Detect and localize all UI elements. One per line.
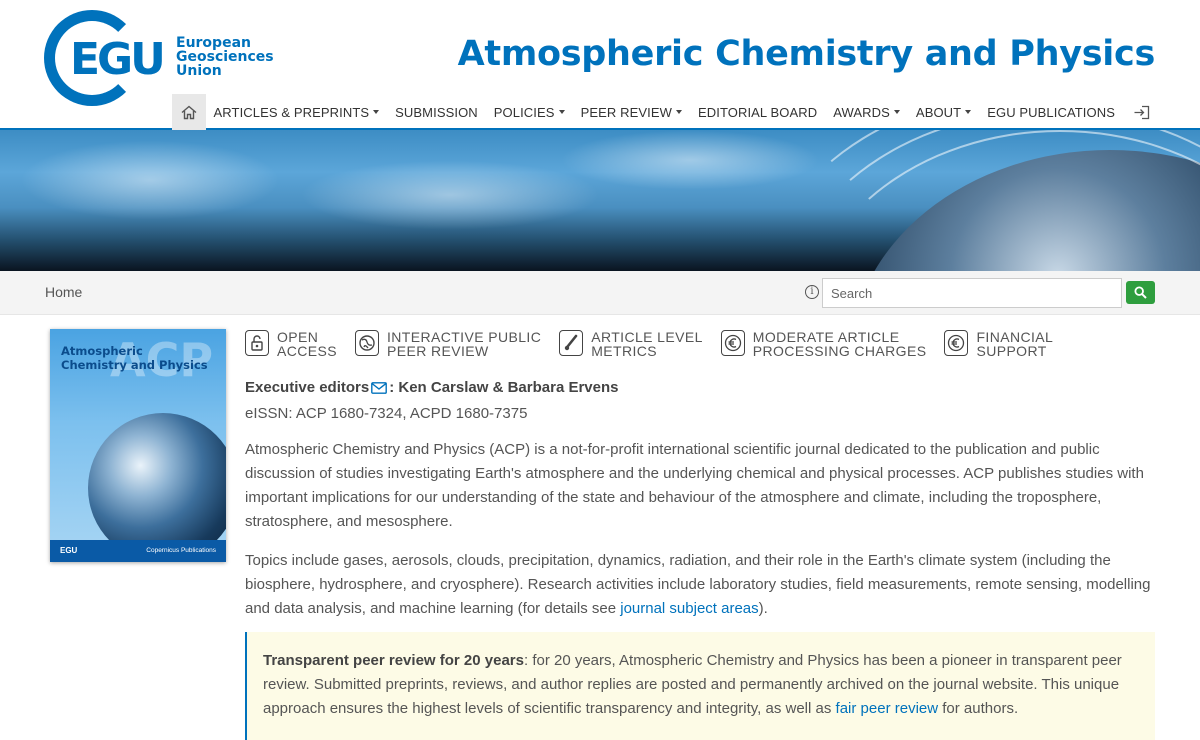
cover-copernicus-logo: Copernicus Publications <box>146 547 216 554</box>
login-icon <box>1134 105 1149 119</box>
journal-title[interactable]: Atmospheric Chemistry and Physics <box>458 34 1156 74</box>
nav-label: ARTICLES & PREPRINTS <box>213 104 370 120</box>
banner-cloud <box>20 140 280 220</box>
badge-label: OPEN ACCESS <box>277 330 337 358</box>
cover-title-line-2: Chemistry and Physics <box>61 358 208 372</box>
nav-policies[interactable]: POLICIES <box>486 94 573 130</box>
editors-label: Executive editors <box>245 379 370 396</box>
nav-peer-review[interactable]: PEER REVIEW <box>573 94 690 130</box>
euro-icon <box>720 330 745 356</box>
nav-egu-publications[interactable]: EGU PUBLICATIONS <box>979 94 1123 130</box>
badge-financial-support[interactable]: FINANCIAL SUPPORT <box>944 330 1053 358</box>
badge-line-1: ARTICLE LEVEL <box>591 329 703 345</box>
nav-submission[interactable]: SUBMISSION <box>387 94 486 130</box>
logo-letters: EGU <box>70 34 166 85</box>
login-button[interactable] <box>1127 94 1155 130</box>
editors-names: : Ken Carslaw & Barbara Ervens <box>389 379 619 396</box>
badge-line-1: MODERATE ARTICLE <box>752 329 900 345</box>
open-access-icon <box>245 330 269 356</box>
badge-line-2: PEER REVIEW <box>386 343 489 359</box>
badge-label: MODERATE ARTICLE PROCESSING CHARGES <box>753 330 927 358</box>
badge-label: FINANCIAL SUPPORT <box>976 330 1053 358</box>
egu-logo[interactable]: EGU European Geosciences Union <box>44 10 284 106</box>
caret-down-icon <box>965 110 972 114</box>
nav-label: AWARDS <box>833 104 890 120</box>
caret-down-icon <box>893 110 900 114</box>
badge-open-access[interactable]: OPEN ACCESS <box>245 330 337 358</box>
badge-moderate-apc[interactable]: MODERATE ARTICLE PROCESSING CHARGES <box>720 330 927 358</box>
transparent-peer-review-notice: Transparent peer review for 20 years: fo… <box>245 632 1155 740</box>
badge-label: ARTICLE LEVEL METRICS <box>591 330 703 358</box>
breadcrumb-bar: Home i <box>0 271 1200 315</box>
badge-line-1: FINANCIAL <box>976 329 1054 345</box>
nav-articles-preprints[interactable]: ARTICLES & PREPRINTS <box>206 94 388 130</box>
search-button[interactable] <box>1126 281 1155 304</box>
nav-awards[interactable]: AWARDS <box>825 94 908 130</box>
fair-peer-review-link[interactable]: fair peer review <box>836 700 939 717</box>
badge-line-2: ACCESS <box>277 343 337 359</box>
caret-down-icon <box>675 110 682 114</box>
search-icon <box>1134 286 1147 299</box>
cover-title-line-1: Atmospheric <box>61 344 143 358</box>
notice-heading: Transparent peer review for 20 years <box>263 652 524 669</box>
home-icon <box>181 105 196 119</box>
topics-text-end: ). <box>758 600 768 617</box>
badge-line-2: METRICS <box>591 343 658 359</box>
nav-label: SUBMISSION <box>395 104 478 120</box>
cover-egu-logo: EGU <box>60 546 78 555</box>
globe-icon <box>354 330 379 356</box>
logo-line-2: Geosciences <box>176 49 274 65</box>
badge-label: INTERACTIVE PUBLIC PEER REVIEW <box>387 330 541 358</box>
journal-features: OPEN ACCESS INTERACTIVE PUBLIC PEER REVIEW… <box>245 330 1071 358</box>
journal-description: Executive editors : Ken Carslaw & Barbara… <box>245 376 1155 636</box>
description-paragraph: Atmospheric Chemistry and Physics (ACP) … <box>245 441 1144 530</box>
logo-line-1: European <box>176 35 251 51</box>
mail-icon[interactable] <box>371 378 388 402</box>
nav-label: EGU PUBLICATIONS <box>987 104 1115 120</box>
euro-icon <box>944 330 969 356</box>
nav-about[interactable]: ABOUT <box>908 94 979 130</box>
badge-line-2: PROCESSING CHARGES <box>752 343 927 359</box>
journal-cover-image[interactable]: ACP Atmospheric Chemistry and Physics EG… <box>50 329 226 562</box>
info-icon[interactable]: i <box>805 285 819 299</box>
banner-cloud <box>300 160 600 230</box>
site-header: EGU European Geosciences Union Atmospher… <box>0 0 1200 130</box>
badge-article-level-metrics[interactable]: ARTICLE LEVEL METRICS <box>559 330 703 358</box>
badge-line-1: INTERACTIVE PUBLIC <box>386 329 542 345</box>
nav-label: EDITORIAL BOARD <box>697 104 818 120</box>
thermometer-icon <box>559 330 584 356</box>
nav-label: ABOUT <box>915 104 962 120</box>
cover-title: Atmospheric Chemistry and Physics <box>61 344 208 372</box>
executive-editors: Executive editors : Ken Carslaw & Barbara… <box>245 376 1155 402</box>
caret-down-icon <box>558 110 565 114</box>
nav-editorial-board[interactable]: EDITORIAL BOARD <box>690 94 825 130</box>
nav-label: PEER REVIEW <box>580 104 672 120</box>
logo-union-name: European Geosciences Union <box>176 36 274 78</box>
cover-footer: EGU Copernicus Publications <box>50 540 226 562</box>
badge-interactive-public-peer-review[interactable]: INTERACTIVE PUBLIC PEER REVIEW <box>354 330 541 358</box>
main-nav: ARTICLES & PREPRINTS SUBMISSION POLICIES… <box>171 94 1155 130</box>
badge-line-2: SUPPORT <box>976 343 1047 359</box>
nav-home-button[interactable] <box>171 94 206 130</box>
topics-paragraph: Topics include gases, aerosols, clouds, … <box>245 549 1155 621</box>
logo-line-3: Union <box>176 63 222 79</box>
notice-text-end: for authors. <box>938 700 1019 717</box>
banner-cloud <box>560 130 820 190</box>
caret-down-icon <box>373 110 380 114</box>
header-banner-image <box>0 130 1200 271</box>
badge-line-1: OPEN <box>277 329 319 345</box>
nav-label: POLICIES <box>493 104 555 120</box>
search-input[interactable] <box>822 278 1122 308</box>
breadcrumb-home[interactable]: Home <box>45 284 82 300</box>
journal-subject-areas-link[interactable]: journal subject areas <box>620 600 758 617</box>
issn: eISSN: ACP 1680-7324, ACPD 1680-7375 <box>245 405 528 422</box>
